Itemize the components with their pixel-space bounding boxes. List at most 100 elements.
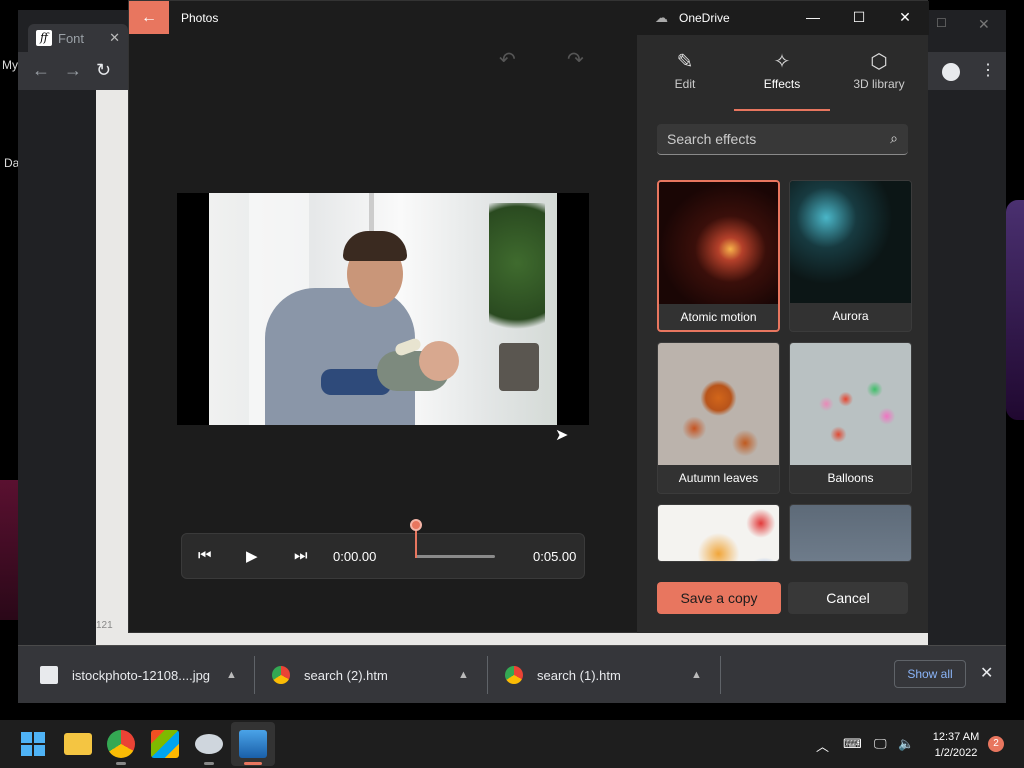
cube-icon: ⬡ [870,51,888,73]
taskbar: ︿ ⌨ 🖵 🔈 12:37 AM 1/2/2022 2 [0,720,1024,768]
effect-label: Aurora [832,309,869,323]
effect-card-snow[interactable] [789,504,912,562]
profile-icon[interactable] [942,63,960,81]
preview-photo [209,193,557,425]
back-button[interactable]: ← [129,1,169,34]
clock[interactable]: 12:37 AM 1/2/2022 [928,729,984,761]
effect-card-atomic-motion[interactable]: Atomic motion [657,180,780,332]
effect-label: Balloons [827,471,874,485]
download-filename: search (2).htm [304,667,388,683]
tab-edit-label: Edit [674,77,696,91]
close-window-icon[interactable]: ✕ [978,16,990,33]
previous-frame-icon[interactable]: ⏮ [198,547,212,564]
photos-icon [239,730,267,758]
scrub-track[interactable] [415,555,495,558]
plant-pot [499,343,539,391]
chrome-tab[interactable]: ff Font ✕ [28,24,128,52]
keyboard-icon[interactable]: ⌨ [843,736,862,752]
current-time: 0:00.00 [333,549,377,564]
tab-effects-label: Effects [763,77,801,91]
chrome-tab-title: Font [58,30,85,46]
redo-icon[interactable]: ↷ [567,47,584,72]
file-explorer-icon[interactable] [64,733,92,755]
downloads-bar: istockphoto-12108....jpg ▲ search (2).ht… [18,645,1006,703]
autumn-leaves-thumbnail [658,343,779,465]
close-icon[interactable]: ✕ [894,9,916,26]
close-downloads-icon[interactable]: ✕ [980,663,993,683]
next-frame-icon[interactable]: ⏭ [294,547,308,564]
tab-edit[interactable]: ✎ Edit [637,49,733,91]
chevron-up-icon[interactable]: ▲ [226,669,237,681]
maximize-icon[interactable]: ☐ [936,16,947,30]
effect-label: Autumn leaves [678,471,759,485]
desktop-label-my: My [2,58,18,72]
running-indicator [204,762,214,765]
atomic-motion-thumbnail [659,182,778,304]
network-icon[interactable]: 🖵 [874,736,887,752]
back-arrow-icon[interactable]: ← [32,60,50,81]
undo-icon[interactable]: ↶ [499,47,516,72]
show-all-button[interactable]: Show all [894,660,966,688]
wallpaper-fragment [0,480,18,620]
reload-icon[interactable]: ↻ [96,60,111,81]
baby-head [419,341,459,381]
page-caption: 121 [96,620,113,631]
effect-card-aurora[interactable]: Aurora [789,180,912,332]
back-arrow-icon: ← [141,8,157,26]
party-thumbnail [658,505,779,561]
effects-panel: ✎ Edit ✧ Effects ⬡ 3D library ⌕ Atomic m… [637,35,928,633]
clock-time: 12:37 AM [932,731,980,743]
man-hair [343,231,407,261]
clock-date: 1/2/2022 [934,747,978,759]
divider [720,656,721,694]
chrome-right-area [928,90,1006,645]
download-item-2[interactable]: search (2).htm ▲ [272,646,482,704]
download-filename: istockphoto-12108....jpg [72,667,211,683]
notification-badge[interactable]: 2 [988,736,1004,752]
effect-card-party[interactable] [657,504,780,562]
chrome-icon [505,666,523,684]
snow-thumbnail [790,505,911,561]
effect-card-autumn-leaves[interactable]: Autumn leaves [657,342,780,494]
aurora-thumbnail [790,181,911,303]
download-item-3[interactable]: search (1).htm ▲ [505,646,715,704]
end-time: 0:05.00 [533,549,577,564]
chrome-left-area [18,90,96,645]
forward-arrow-icon[interactable]: → [64,60,82,81]
balloons-thumbnail [790,343,911,465]
windows-start-icon[interactable] [19,730,47,758]
mouse-cursor-icon: ➤ [555,427,569,444]
search-icon[interactable]: ⌕ [890,130,898,147]
scrub-handle[interactable] [410,519,422,531]
maximize-icon[interactable]: ☐ [848,9,870,26]
tab-effects[interactable]: ✧ Effects [734,49,830,91]
active-tab-indicator [734,109,830,111]
minimize-icon[interactable]: — [802,9,824,25]
close-tab-icon[interactable]: ✕ [109,30,120,46]
cloud-off-icon: ☁ [655,10,668,25]
chevron-up-icon[interactable]: ▲ [458,669,469,681]
play-icon[interactable]: ▶ [246,547,258,565]
effect-card-balloons[interactable]: Balloons [789,342,912,494]
volume-icon[interactable]: 🔈 [898,736,914,752]
onedrive-label[interactable]: OneDrive [679,11,730,25]
cancel-button[interactable]: Cancel [788,582,908,614]
divider [254,656,255,694]
chevron-up-icon[interactable]: ▲ [691,669,702,681]
running-indicator [116,762,126,765]
menu-kebab-icon[interactable]: ⋮ [980,60,996,80]
wallpaper-fragment-right [1006,200,1024,420]
chevron-up-icon[interactable]: ︿ [816,736,829,755]
search-effects-input[interactable] [657,124,877,154]
app-title: Photos [181,11,219,25]
save-copy-button[interactable]: Save a copy [657,582,781,614]
search-box: ⌕ [657,124,908,155]
playback-bar: ⏮ ▶ ⏭ 0:00.00 0:05.00 [181,519,585,579]
store-icon[interactable] [151,730,179,758]
xbox-icon[interactable] [195,734,223,754]
photos-window: ← Photos ☁ OneDrive — ☐ ✕ ↶ ↷ ➤ ⏮ ▶ ⏭ 0:… [128,0,929,633]
download-item-1[interactable]: istockphoto-12108....jpg ▲ [40,646,250,704]
image-file-icon [40,666,58,684]
tab-3d-library[interactable]: ⬡ 3D library [831,49,927,91]
chrome-icon[interactable] [107,730,135,758]
